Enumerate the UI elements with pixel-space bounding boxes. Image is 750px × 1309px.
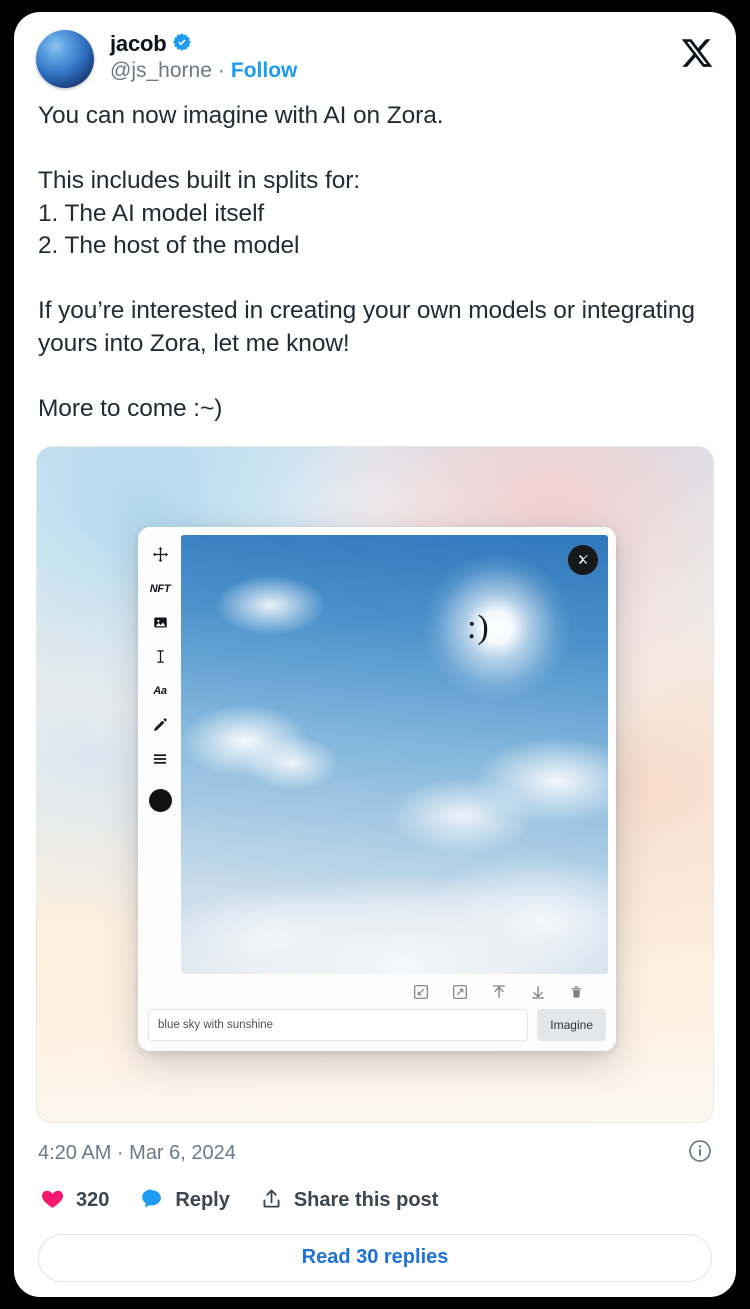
post-media[interactable]: NFT Aa:) blue sky with sunshine Imagine (36, 445, 714, 1123)
verified-badge-icon (172, 32, 192, 57)
post-meta-row: 4:20 AM · Mar 6, 2024 (14, 1123, 736, 1168)
expand-arrows-icon[interactable] (450, 983, 469, 1002)
follow-button[interactable]: Follow (231, 59, 298, 83)
info-circle-icon[interactable] (688, 1139, 712, 1168)
author-handle-row: @js_horne · Follow (110, 59, 297, 83)
author-handle: @js_horne (110, 59, 212, 82)
read-replies-button[interactable]: Read 30 replies (38, 1233, 712, 1282)
canvas-drawing-smiley: :) (466, 609, 491, 647)
image-tool-button[interactable] (149, 613, 171, 633)
like-button[interactable]: 320 (40, 1186, 109, 1216)
editor-toolbar: NFT Aa (146, 535, 174, 974)
imagine-button[interactable]: Imagine (537, 1008, 606, 1041)
like-count: 320 (76, 1189, 110, 1212)
handle-separator: · (217, 59, 225, 82)
read-replies-label: Read 30 replies (301, 1246, 449, 1269)
share-button[interactable]: Share this post (260, 1187, 438, 1215)
reply-label: Reply (175, 1189, 230, 1212)
pencil-tool-button[interactable] (149, 715, 171, 735)
prompt-bar: Imagine (146, 1008, 608, 1043)
font-tool-button[interactable]: Aa (149, 681, 171, 701)
zora-imagine-editor: NFT Aa:) blue sky with sunshine Imagine (138, 526, 616, 1051)
download-arrow-icon[interactable] (528, 983, 547, 1002)
editor-canvas[interactable]: :) (181, 534, 608, 974)
shrink-arrows-icon[interactable] (411, 983, 430, 1002)
color-swatch-button[interactable] (148, 788, 172, 812)
post-body-text: You can now imagine with AI on Zora. Thi… (38, 102, 695, 423)
lines-tool-button[interactable] (149, 749, 171, 769)
close-icon[interactable] (568, 544, 598, 575)
move-tool-button[interactable] (149, 545, 171, 565)
share-label: Share this post (293, 1189, 439, 1212)
heart-icon (40, 1186, 65, 1216)
upload-arrow-icon[interactable] (489, 983, 508, 1002)
tweet-card: jacob @js_horne · Follow You can now ima (14, 12, 736, 1297)
post-header: jacob @js_horne · Follow (14, 12, 736, 92)
reply-button[interactable]: Reply (139, 1186, 230, 1216)
nft-tool-label: NFT (149, 582, 171, 595)
engagement-row: 320 Reply Share this post (14, 1168, 736, 1216)
avatar[interactable] (36, 30, 94, 88)
post-timestamp: 4:20 AM · Mar 6, 2024 (38, 1141, 236, 1164)
comment-bubble-icon (139, 1186, 164, 1216)
prompt-input[interactable] (148, 1008, 529, 1041)
share-upload-icon (260, 1187, 283, 1215)
editor-body: NFT Aa:) (146, 534, 608, 974)
text-cursor-tool-button[interactable] (149, 647, 171, 667)
author-display-name: jacob (110, 31, 167, 56)
canvas-action-bar (146, 974, 608, 1009)
author-identity: jacob @js_horne · Follow (110, 30, 297, 83)
nft-tool-button[interactable]: NFT (149, 579, 171, 599)
author-name-row: jacob (110, 31, 297, 57)
font-tool-label: Aa (153, 684, 167, 697)
trash-icon[interactable] (567, 983, 586, 1002)
x-logo[interactable] (680, 36, 714, 70)
